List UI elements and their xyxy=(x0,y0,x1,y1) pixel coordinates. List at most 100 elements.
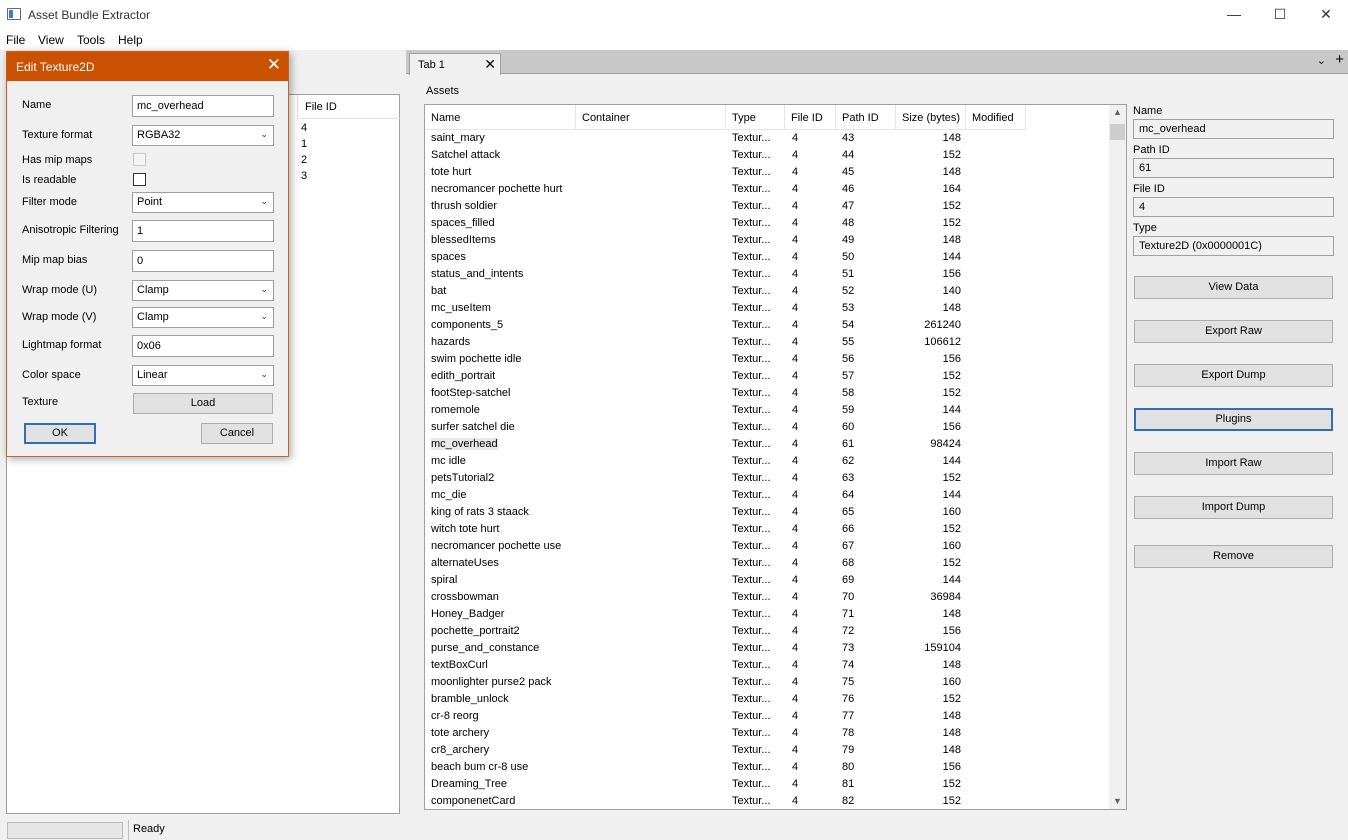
column-header-path-id[interactable]: Path ID xyxy=(836,105,896,130)
name-input[interactable]: mc_overhead xyxy=(132,95,274,117)
anisotropic-filtering-input[interactable]: 1 xyxy=(132,220,274,242)
import-dump-button[interactable]: Import Dump xyxy=(1134,496,1333,519)
menu-view[interactable]: View xyxy=(38,33,64,47)
table-row[interactable]: componenetCard Textur... 4 82 152 xyxy=(425,793,1109,809)
file-list-row[interactable]: 4 xyxy=(301,122,307,134)
add-tab-icon[interactable]: + xyxy=(1335,51,1344,68)
cell-name: tote hurt xyxy=(431,166,472,178)
table-row[interactable]: moonlighter purse2 pack Textur... 4 75 160 xyxy=(425,674,1109,691)
remove-button[interactable]: Remove xyxy=(1134,545,1333,568)
table-row[interactable]: mc_die Textur... 4 64 144 xyxy=(425,487,1109,504)
cell-size: 164 xyxy=(942,183,961,195)
lightmap-format-input[interactable]: 0x06 xyxy=(132,335,274,357)
import-raw-button[interactable]: Import Raw xyxy=(1134,452,1333,475)
info-path-id-field[interactable]: 61 xyxy=(1133,158,1334,178)
table-row[interactable]: witch tote hurt Textur... 4 66 152 xyxy=(425,521,1109,538)
table-row[interactable]: mc idle Textur... 4 62 144 xyxy=(425,453,1109,470)
chevron-down-icon[interactable]: ⌄ xyxy=(1317,54,1326,67)
assets-table[interactable]: Name Container Type File ID Path ID Size… xyxy=(424,104,1127,810)
table-row[interactable]: alternateUses Textur... 4 68 152 xyxy=(425,555,1109,572)
filter-mode-select[interactable]: Point ⌄ xyxy=(132,192,274,213)
table-row[interactable]: spaces_filled Textur... 4 48 152 xyxy=(425,215,1109,232)
info-type-field[interactable]: Texture2D (0x0000001C) xyxy=(1133,236,1334,256)
menu-tools[interactable]: Tools xyxy=(77,33,105,47)
ok-button[interactable]: OK xyxy=(24,423,96,444)
table-row[interactable]: Satchel attack Textur... 4 44 152 xyxy=(425,147,1109,164)
export-raw-button[interactable]: Export Raw xyxy=(1134,320,1333,343)
cell-type: Textur... xyxy=(732,642,771,654)
mip-map-bias-input[interactable]: 0 xyxy=(132,250,274,272)
table-row[interactable]: spaces Textur... 4 50 144 xyxy=(425,249,1109,266)
wrap-mode-v-select[interactable]: Clamp ⌄ xyxy=(132,307,274,328)
cell-type: Textur... xyxy=(732,506,771,518)
wrap-mode-u-select[interactable]: Clamp ⌄ xyxy=(132,280,274,301)
table-row[interactable]: surfer satchel die Textur... 4 60 156 xyxy=(425,419,1109,436)
scroll-down-arrow-icon[interactable]: ▼ xyxy=(1113,796,1122,806)
close-icon[interactable]: ✕ xyxy=(267,56,281,74)
menu-file[interactable]: File xyxy=(6,33,25,47)
minimize-button[interactable]: — xyxy=(1211,0,1257,30)
table-row[interactable]: cr8_archery Textur... 4 79 148 xyxy=(425,742,1109,759)
window-close-button[interactable]: ✕ xyxy=(1303,0,1348,30)
close-icon[interactable]: ✕ xyxy=(484,56,496,72)
has-mip-maps-checkbox[interactable] xyxy=(133,153,146,166)
table-row[interactable]: king of rats 3 staack Textur... 4 65 160 xyxy=(425,504,1109,521)
table-row[interactable]: spiral Textur... 4 69 144 xyxy=(425,572,1109,589)
file-list-row[interactable]: 3 xyxy=(301,170,307,182)
table-row[interactable]: blessedItems Textur... 4 49 148 xyxy=(425,232,1109,249)
table-row[interactable]: status_and_intents Textur... 4 51 156 xyxy=(425,266,1109,283)
table-row[interactable]: thrush soldier Textur... 4 47 152 xyxy=(425,198,1109,215)
table-row[interactable]: petsTutorial2 Textur... 4 63 152 xyxy=(425,470,1109,487)
table-row[interactable]: cr-8 reorg Textur... 4 77 148 xyxy=(425,708,1109,725)
table-row[interactable]: mc_useItem Textur... 4 53 148 xyxy=(425,300,1109,317)
table-row[interactable]: purse_and_constance Textur... 4 73 159104 xyxy=(425,640,1109,657)
column-header-file-id[interactable]: File ID xyxy=(785,105,836,130)
tab-1[interactable]: Tab 1 ✕ xyxy=(409,53,501,75)
dialog-title-bar[interactable]: Edit Texture2D ✕ xyxy=(7,52,288,81)
table-row[interactable]: tote archery Textur... 4 78 148 xyxy=(425,725,1109,742)
table-row[interactable]: Honey_Badger Textur... 4 71 148 xyxy=(425,606,1109,623)
file-list-row[interactable]: 1 xyxy=(301,138,307,150)
menu-help[interactable]: Help xyxy=(118,33,143,47)
table-row[interactable]: footStep-satchel Textur... 4 58 152 xyxy=(425,385,1109,402)
table-row[interactable]: hazards Textur... 4 55 106612 xyxy=(425,334,1109,351)
color-space-select[interactable]: Linear ⌄ xyxy=(132,365,274,386)
column-header-type[interactable]: Type xyxy=(726,105,785,130)
info-name-field[interactable]: mc_overhead xyxy=(1133,119,1334,139)
table-row[interactable]: components_5 Textur... 4 54 261240 xyxy=(425,317,1109,334)
texture-format-select[interactable]: RGBA32 ⌄ xyxy=(132,125,274,146)
cancel-button[interactable]: Cancel xyxy=(201,423,273,444)
file-list-row[interactable]: 2 xyxy=(301,154,307,166)
table-row[interactable]: swim pochette idle Textur... 4 56 156 xyxy=(425,351,1109,368)
table-row[interactable]: romemole Textur... 4 59 144 xyxy=(425,402,1109,419)
view-data-button[interactable]: View Data xyxy=(1134,276,1333,299)
info-file-id-field[interactable]: 4 xyxy=(1133,197,1334,217)
table-row[interactable]: edith_portrait Textur... 4 57 152 xyxy=(425,368,1109,385)
table-row[interactable]: saint_mary Textur... 4 43 148 xyxy=(425,130,1109,147)
scroll-up-arrow-icon[interactable]: ▲ xyxy=(1113,107,1122,117)
table-row[interactable]: tote hurt Textur... 4 45 148 xyxy=(425,164,1109,181)
is-readable-checkbox[interactable] xyxy=(133,173,146,186)
table-row[interactable]: necromancer pochette hurt Textur... 4 46 164 xyxy=(425,181,1109,198)
scrollbar-thumb[interactable] xyxy=(1110,124,1125,140)
table-row[interactable]: bat Textur... 4 52 140 xyxy=(425,283,1109,300)
table-row[interactable]: Dreaming_Tree Textur... 4 81 152 xyxy=(425,776,1109,793)
table-row[interactable]: mc_overhead Textur... 4 61 98424 xyxy=(425,436,1109,453)
table-row[interactable]: necromancer pochette use Textur... 4 67 160 xyxy=(425,538,1109,555)
export-dump-button[interactable]: Export Dump xyxy=(1134,364,1333,387)
column-header-name[interactable]: Name xyxy=(425,105,576,130)
plugins-button[interactable]: Plugins xyxy=(1134,408,1333,431)
table-row[interactable]: beach bum cr-8 use Textur... 4 80 156 xyxy=(425,759,1109,776)
maximize-button[interactable]: ☐ xyxy=(1257,0,1303,30)
file-id-column-header[interactable]: File ID xyxy=(297,95,400,119)
column-header-size[interactable]: Size (bytes) xyxy=(896,105,966,130)
table-row[interactable]: textBoxCurl Textur... 4 74 148 xyxy=(425,657,1109,674)
table-row[interactable]: pochette_portrait2 Textur... 4 72 156 xyxy=(425,623,1109,640)
cell-type: Textur... xyxy=(732,693,771,705)
column-header-container[interactable]: Container xyxy=(576,105,726,130)
vertical-scrollbar[interactable]: ▲ ▼ xyxy=(1109,105,1126,809)
table-row[interactable]: crossbowman Textur... 4 70 36984 xyxy=(425,589,1109,606)
column-header-modified[interactable]: Modified xyxy=(966,105,1026,130)
table-row[interactable]: bramble_unlock Textur... 4 76 152 xyxy=(425,691,1109,708)
load-button[interactable]: Load xyxy=(133,393,273,414)
